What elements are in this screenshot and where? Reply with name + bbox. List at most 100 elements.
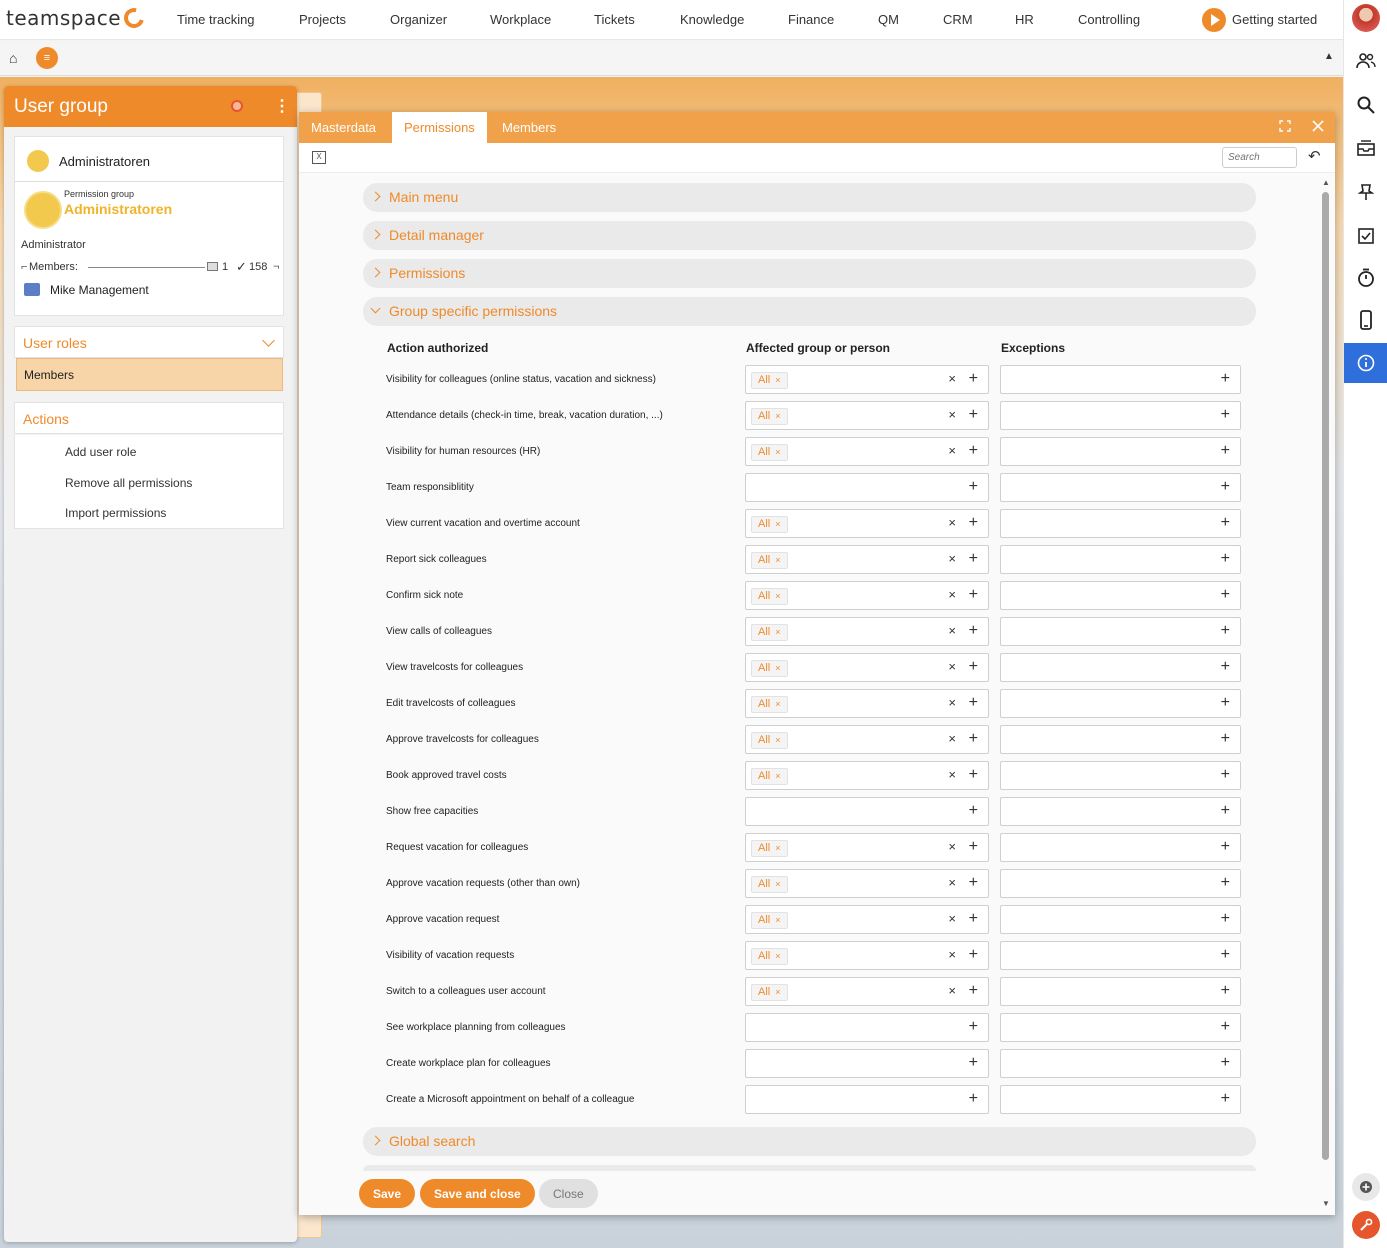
exceptions-field[interactable]: +	[1000, 401, 1241, 430]
add-icon[interactable]: +	[1221, 514, 1230, 532]
affected-chip[interactable]: All ×	[751, 552, 788, 569]
status-dot-icon[interactable]	[231, 100, 243, 112]
scroll-up-icon[interactable]: ▲	[1322, 178, 1330, 187]
section-main-menu[interactable]: Main menu	[363, 183, 1256, 212]
add-icon[interactable]: +	[1221, 622, 1230, 640]
add-icon[interactable]: +	[969, 442, 978, 460]
add-circle-icon[interactable]	[1352, 1173, 1380, 1201]
add-icon[interactable]: +	[969, 658, 978, 676]
nav-tickets[interactable]: Tickets	[594, 12, 635, 27]
affected-chip[interactable]: All ×	[751, 624, 788, 641]
save-button[interactable]: Save	[359, 1179, 416, 1208]
clear-icon[interactable]: ×	[948, 515, 956, 531]
tab-masterdata[interactable]: Masterdata	[299, 112, 388, 143]
exceptions-field[interactable]: +	[1000, 545, 1241, 574]
collapse-icon[interactable]: ▲	[1324, 51, 1334, 62]
affected-field[interactable]: All × × +	[745, 509, 989, 538]
add-icon[interactable]: +	[1221, 1018, 1230, 1036]
exceptions-field[interactable]: +	[1000, 761, 1241, 790]
chip-remove-icon[interactable]: ×	[775, 879, 780, 889]
chip-remove-icon[interactable]: ×	[775, 951, 780, 961]
chip-remove-icon[interactable]: ×	[775, 519, 780, 529]
inbox-icon[interactable]	[1344, 128, 1387, 168]
add-icon[interactable]: +	[1221, 478, 1230, 496]
affected-field[interactable]: All × × +	[745, 869, 989, 898]
chip-remove-icon[interactable]: ×	[775, 663, 780, 673]
section-detail-manager[interactable]: Detail manager	[363, 221, 1256, 250]
clear-icon[interactable]: ×	[948, 443, 956, 459]
chip-remove-icon[interactable]: ×	[775, 447, 780, 457]
add-icon[interactable]: +	[969, 982, 978, 1000]
add-icon[interactable]: +	[1221, 802, 1230, 820]
affected-chip[interactable]: All ×	[751, 948, 788, 965]
stopwatch-icon[interactable]	[1344, 258, 1387, 298]
add-icon[interactable]: +	[969, 1018, 978, 1036]
nav-finance[interactable]: Finance	[788, 12, 834, 27]
affected-field[interactable]: All × × +	[745, 905, 989, 934]
add-icon[interactable]: +	[969, 1054, 978, 1072]
exceptions-field[interactable]: +	[1000, 365, 1241, 394]
affected-chip[interactable]: All ×	[751, 840, 788, 857]
add-icon[interactable]: +	[969, 478, 978, 496]
close-button[interactable]: Close	[539, 1179, 598, 1208]
search-icon[interactable]	[1344, 85, 1387, 125]
clear-icon[interactable]: ×	[948, 875, 956, 891]
add-icon[interactable]: +	[969, 550, 978, 568]
exceptions-field[interactable]: +	[1000, 617, 1241, 646]
nav-knowledge[interactable]: Knowledge	[680, 12, 744, 27]
add-icon[interactable]: +	[969, 838, 978, 856]
chip-remove-icon[interactable]: ×	[775, 555, 780, 565]
add-icon[interactable]: +	[969, 406, 978, 424]
add-icon[interactable]: +	[1221, 442, 1230, 460]
add-icon[interactable]: +	[969, 946, 978, 964]
exceptions-field[interactable]: +	[1000, 1049, 1241, 1078]
affected-chip[interactable]: All ×	[751, 408, 788, 425]
nav-crm[interactable]: CRM	[943, 12, 973, 27]
add-icon[interactable]: +	[969, 622, 978, 640]
add-icon[interactable]: +	[1221, 1054, 1230, 1072]
exceptions-field[interactable]: +	[1000, 977, 1241, 1006]
add-icon[interactable]: +	[969, 766, 978, 784]
affected-field[interactable]: All × × +	[745, 581, 989, 610]
add-icon[interactable]: +	[1221, 874, 1230, 892]
tab-members[interactable]: Members	[490, 112, 568, 143]
nav-qm[interactable]: QM	[878, 12, 899, 27]
add-icon[interactable]: +	[1221, 658, 1230, 676]
exceptions-field[interactable]: +	[1000, 1013, 1241, 1042]
affected-field[interactable]: All × × +	[745, 437, 989, 466]
add-icon[interactable]: +	[1221, 766, 1230, 784]
affected-chip[interactable]: All ×	[751, 516, 788, 533]
tab-permissions[interactable]: Permissions	[392, 112, 487, 143]
affected-chip[interactable]: All ×	[751, 912, 788, 929]
affected-field[interactable]: All × × +	[745, 689, 989, 718]
affected-field[interactable]: All × × +	[745, 365, 989, 394]
section-group-specific[interactable]: Group specific permissions	[363, 297, 1256, 326]
affected-chip[interactable]: All ×	[751, 876, 788, 893]
remove-all-permissions-action[interactable]: Remove all permissions	[65, 476, 192, 490]
save-and-close-button[interactable]: Save and close	[420, 1179, 535, 1208]
chip-remove-icon[interactable]: ×	[775, 843, 780, 853]
undo-icon[interactable]: ↶	[1308, 147, 1321, 165]
exceptions-field[interactable]: +	[1000, 833, 1241, 862]
clear-icon[interactable]: ×	[948, 587, 956, 603]
permission-group-name[interactable]: Administratoren	[64, 201, 172, 217]
chip-remove-icon[interactable]: ×	[775, 375, 780, 385]
clear-icon[interactable]: ×	[948, 623, 956, 639]
add-icon[interactable]: +	[969, 802, 978, 820]
add-icon[interactable]: +	[969, 694, 978, 712]
affected-field[interactable]: +	[745, 1013, 989, 1042]
affected-chip[interactable]: All ×	[751, 696, 788, 713]
add-icon[interactable]: +	[969, 1090, 978, 1108]
add-icon[interactable]: +	[1221, 1090, 1230, 1108]
wrench-icon[interactable]	[1352, 1211, 1380, 1239]
nav-controlling[interactable]: Controlling	[1078, 12, 1140, 27]
exceptions-field[interactable]: +	[1000, 653, 1241, 682]
phone-icon[interactable]	[1344, 300, 1387, 340]
user-roles-header[interactable]: User roles	[14, 326, 284, 358]
affected-chip[interactable]: All ×	[751, 660, 788, 677]
add-icon[interactable]: +	[969, 874, 978, 892]
nav-projects[interactable]: Projects	[299, 12, 346, 27]
affected-chip[interactable]: All ×	[751, 768, 788, 785]
chip-remove-icon[interactable]: ×	[775, 411, 780, 421]
chip-remove-icon[interactable]: ×	[775, 591, 780, 601]
